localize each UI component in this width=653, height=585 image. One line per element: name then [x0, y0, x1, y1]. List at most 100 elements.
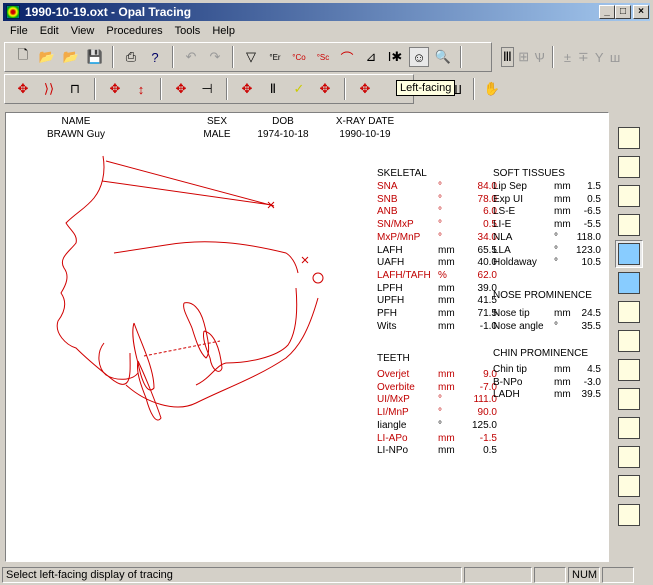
measure-label: LI-E [493, 219, 512, 231]
redo-icon[interactable]: ↷ [205, 47, 225, 67]
measure-value: -1.5 [479, 432, 497, 444]
molar-icon[interactable]: Ѱ [534, 47, 546, 67]
scale-point-icon[interactable]: °Sc [313, 47, 333, 67]
menu-help[interactable]: Help [206, 23, 241, 41]
side-tool-6[interactable] [615, 269, 643, 297]
side-tool-3[interactable] [615, 182, 643, 210]
mandible-outline [125, 297, 319, 408]
lower-incisor [137, 360, 162, 421]
menu-tools[interactable]: Tools [169, 23, 207, 41]
menu-file[interactable]: File [4, 23, 34, 41]
measure-value: 90.0 [477, 407, 497, 419]
measure-unit: ° [438, 181, 442, 192]
measure-value: 125.0 [471, 419, 497, 431]
tool-move-incisor-icon[interactable]: ✥ [237, 79, 257, 99]
right-toolbar [612, 124, 646, 530]
side-tool-9[interactable] [615, 356, 643, 384]
menu-procedures[interactable]: Procedures [100, 23, 168, 41]
superimpose-icon[interactable]: ⊿ [361, 47, 381, 67]
measure-unit: mm [438, 282, 455, 294]
skeletal-row: LAFH mm 65.5 [377, 245, 497, 258]
tool-check-icon[interactable]: ✓ [289, 79, 309, 99]
measure-unit: mm [554, 206, 571, 218]
open-icon[interactable]: 📂 [37, 47, 57, 67]
cephalometric-tracing [56, 155, 324, 421]
tool-stretch-teeth-icon[interactable]: ↕ [131, 79, 151, 99]
tool-move-chin-icon[interactable]: ✥ [355, 79, 375, 99]
tool-incisor-line-icon[interactable]: Ⅱ [263, 79, 283, 99]
maximize-button[interactable]: □ [615, 5, 631, 19]
ramus [195, 287, 298, 386]
tool-move-teeth-icon[interactable]: ✥ [105, 79, 125, 99]
teeth-row: LI/MnP ° 90.0 [377, 407, 497, 420]
undo-icon[interactable]: ↶ [181, 47, 201, 67]
measure-label: Nose angle [493, 320, 544, 332]
measure-label: Iiangle [377, 419, 407, 431]
print-icon[interactable]: ⎙ [121, 47, 141, 67]
side-tool-11[interactable] [615, 414, 643, 442]
measure-label: Overbite [377, 381, 415, 393]
chin-row: LADH mm 39.5 [493, 389, 601, 402]
side-tool-5[interactable] [615, 240, 643, 268]
menu-view[interactable]: View [65, 23, 101, 41]
coordinate-point-icon[interactable]: °Co [289, 47, 309, 67]
side-tool-14[interactable] [615, 501, 643, 529]
zoom-icon[interactable]: 🔍 [433, 47, 453, 67]
side-tool-8[interactable] [615, 327, 643, 355]
minimize-button[interactable]: _ [599, 5, 615, 19]
status-num: NUM [568, 567, 600, 583]
measure-value: -3.0 [583, 376, 601, 388]
measure-value: 1.5 [587, 181, 601, 192]
crown-icon[interactable]: ш [609, 47, 621, 67]
tool-move-molar-icon[interactable]: ✥ [315, 79, 335, 99]
nose-title: NOSE PROMINENCE [493, 290, 592, 301]
status-pane-4 [602, 567, 634, 583]
measure-unit: mm [438, 445, 455, 457]
tool-move-profile-icon[interactable]: ✥ [13, 79, 33, 99]
tool-lips-icon[interactable]: ⊓ [65, 79, 85, 99]
open-folder-icon[interactable]: 📂 [61, 47, 81, 67]
measure-value: 123.0 [575, 244, 601, 256]
skeletal-row: LPFH mm 39.0 [377, 283, 497, 296]
side-tool-7[interactable] [615, 298, 643, 326]
remove-tooth-icon[interactable]: ∓ [577, 47, 589, 67]
window-title: 1990-10-19.oxt - Opal Tracing [25, 5, 192, 19]
side-tool-4[interactable] [615, 211, 643, 239]
tracing-canvas[interactable]: NAME SEX DOB X-RAY DATE BRAWN Guy MALE 1… [5, 112, 609, 562]
root-icon[interactable]: Y [593, 47, 605, 67]
teeth-icon[interactable]: Ⅲ [501, 47, 514, 67]
measure-value: 0.5 [483, 445, 497, 457]
measure-label: UPFH [377, 295, 405, 307]
nose-row: Nose tip mm 24.5 [493, 308, 601, 321]
measure-label: LAFH [377, 244, 403, 256]
new-file-icon[interactable]: 🗋 [13, 47, 33, 67]
close-button[interactable]: × [633, 5, 649, 19]
side-tool-2[interactable] [615, 153, 643, 181]
measure-label: LLA [493, 244, 511, 256]
skeletal-row: Wits mm -1.0 [377, 321, 497, 334]
measure-icon[interactable]: I✱ [385, 47, 405, 67]
tooltip: Left-facing [396, 80, 456, 96]
measure-label: Overjet [377, 369, 410, 380]
measure-value: 0.5 [587, 193, 601, 205]
error-point-icon[interactable]: °Er [265, 47, 285, 67]
tool-jaw-icon[interactable]: ⊣ [197, 79, 217, 99]
save-icon[interactable]: 💾 [85, 47, 105, 67]
measure-value: -6.5 [583, 206, 601, 218]
filter-icon[interactable]: ▽ [241, 47, 261, 67]
help-pointer-icon[interactable]: ? [145, 47, 165, 67]
left-facing-icon[interactable]: ☺ [409, 47, 429, 67]
grid-icon[interactable]: ⊞ [518, 47, 530, 67]
measure-unit: ° [554, 231, 558, 243]
add-tooth-icon[interactable]: ± [561, 47, 573, 67]
side-tool-12[interactable] [615, 443, 643, 471]
side-tool-1[interactable] [615, 124, 643, 152]
side-tool-13[interactable] [615, 472, 643, 500]
menu-edit[interactable]: Edit [34, 23, 65, 41]
curve-icon[interactable]: ⌒ [337, 47, 357, 67]
tool-profile-icon[interactable]: ⟩⟩ [39, 79, 59, 99]
side-tool-10[interactable] [615, 385, 643, 413]
measure-label: MxP/MnP [377, 231, 421, 243]
tool-hand-icon[interactable]: ✋ [482, 79, 502, 99]
tool-move-jaw-icon[interactable]: ✥ [171, 79, 191, 99]
